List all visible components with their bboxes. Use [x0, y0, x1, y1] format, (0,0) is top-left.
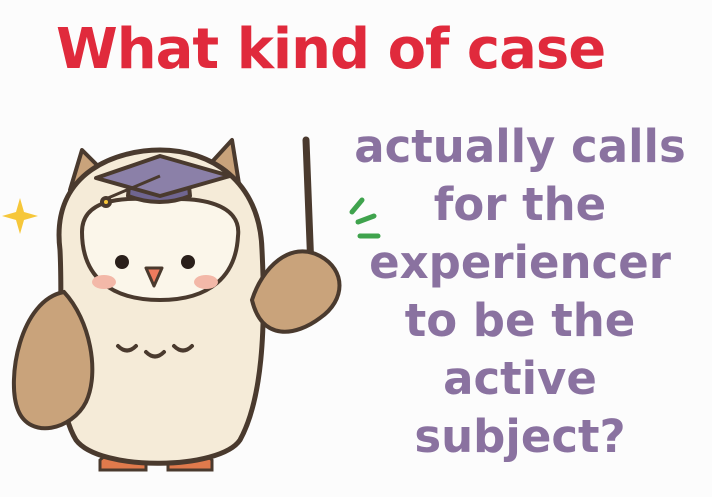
sparkle-icon	[2, 198, 38, 234]
owl-cheek-right	[194, 275, 218, 289]
owl-eye-right	[181, 255, 195, 269]
owl-eye-left	[115, 255, 129, 269]
owl-wing-right	[249, 249, 342, 334]
owl-wing-left	[11, 289, 95, 431]
owl-cheek-left	[92, 275, 116, 289]
owl-illustration	[2, 136, 381, 472]
emphasis-lines-icon	[349, 197, 381, 239]
